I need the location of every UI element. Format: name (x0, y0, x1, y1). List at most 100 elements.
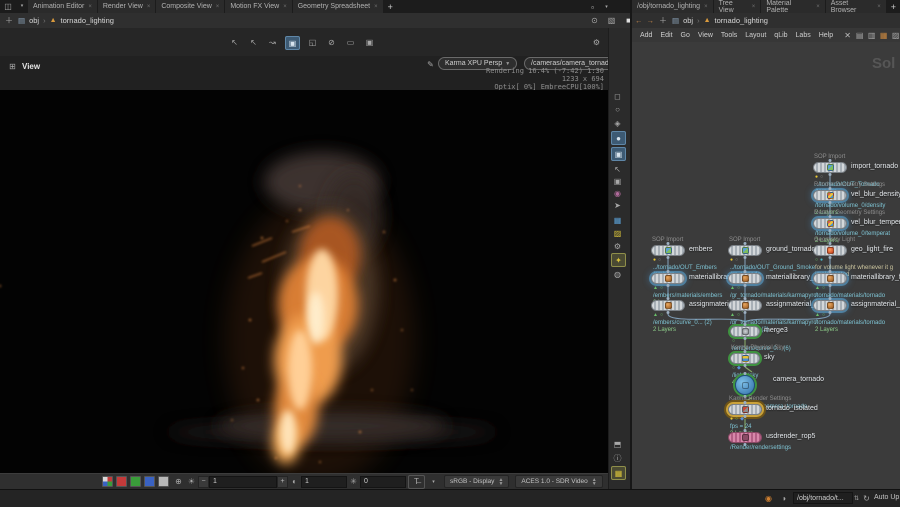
pin-icon[interactable]: ＋ (4, 15, 14, 27)
gamma-minus-button[interactable]: − (198, 476, 209, 488)
node-name-label[interactable]: geo_light_fire (851, 246, 893, 253)
tab-close-icon[interactable]: × (283, 4, 287, 10)
cursor-icon[interactable]: ↖ (611, 163, 624, 175)
breadcrumb-current[interactable]: tornado_lighting (715, 16, 768, 25)
tab-asset-browser[interactable]: Asset Browser× (826, 0, 886, 13)
node-name-label[interactable]: merge3 (764, 327, 788, 334)
node-name-label[interactable]: embers (689, 246, 712, 253)
nav-forward-icon[interactable]: → (647, 16, 655, 25)
node-body-assignmaterial_embers[interactable] (651, 300, 685, 311)
gear-dark-icon[interactable]: ⚙ (611, 240, 624, 252)
tab-close-icon[interactable]: × (147, 4, 151, 10)
tab-tree-view[interactable]: Tree View× (714, 0, 761, 13)
tab-close-icon[interactable]: × (216, 4, 220, 10)
grid-toggle-icon[interactable]: ▦ (611, 466, 626, 480)
network-editor[interactable]: Sol SOP Importembers●○../tornado/OUT_Emb… (632, 42, 900, 489)
select-geometry-icon[interactable]: ↖ (247, 36, 260, 48)
node-name-label[interactable]: materiallibrary_fire_torna (851, 274, 900, 281)
node-name-label[interactable]: usdrender_rop5 (766, 433, 815, 440)
node-body-assignmaterial_ground[interactable] (728, 300, 762, 311)
node-name-label[interactable]: camera_tornado (773, 376, 824, 383)
alpha-channel-icon[interactable] (158, 476, 169, 487)
nav-back-icon[interactable]: ← (635, 16, 643, 25)
menu-add[interactable]: Add (640, 32, 652, 39)
zoom-region-icon[interactable]: ◱ (306, 36, 319, 48)
node-body-camera_tornado[interactable] (735, 375, 755, 395)
flag-icon[interactable]: ▨ (611, 227, 624, 239)
detail-grid-icon[interactable]: ▨ (891, 29, 900, 41)
new-tab-button[interactable]: + (384, 0, 397, 13)
node-name-label[interactable]: tornado_isolated (766, 405, 818, 412)
menu-view[interactable]: View (698, 32, 713, 39)
node-body-sky[interactable] (730, 353, 760, 364)
maximize-pane-icon[interactable]: ▫ (586, 1, 599, 13)
view-thumbnail-icon[interactable]: ▣ (285, 36, 300, 50)
view-menu-icon[interactable]: ⊞ (6, 60, 19, 72)
offset-icon[interactable]: ✳ (347, 476, 360, 488)
node-body-materiallibrary_ground[interactable] (728, 273, 762, 284)
menu-help[interactable]: Help (819, 32, 833, 39)
tab-animation-editor[interactable]: Animation Editor× (28, 0, 97, 13)
globe-icon[interactable]: ◍ (611, 268, 624, 280)
node-body-tornado_isolated[interactable] (728, 404, 762, 415)
pin-pane-icon[interactable]: ⊙ (588, 15, 601, 27)
message-bubble-icon[interactable]: ◗ (778, 492, 791, 504)
breadcrumb-root[interactable]: obj (683, 16, 693, 25)
lightbulb-icon[interactable]: ● (611, 131, 626, 145)
node-body-import_tornado[interactable] (813, 162, 847, 173)
offset-value-field[interactable]: 0 (360, 476, 406, 488)
node-body-ground_tornado[interactable] (728, 245, 762, 256)
menu-labs[interactable]: Labs (796, 32, 811, 39)
display-lut-select[interactable]: sRGB - Display▲▼ (444, 475, 509, 488)
tab-close-icon[interactable]: × (704, 4, 708, 10)
node-name-label[interactable]: vel_blur_density (851, 191, 900, 198)
tab-close-icon[interactable]: × (877, 4, 881, 10)
tab-close-icon[interactable]: × (752, 4, 756, 10)
status-path-field[interactable]: /obj/tornado/t... (793, 492, 853, 504)
export-image-icon[interactable]: ⬒ (611, 438, 624, 450)
menu-go[interactable]: Go (681, 32, 690, 39)
node-name-label[interactable]: sky (764, 354, 775, 361)
no-preview-icon[interactable]: ⊘ (325, 36, 338, 48)
node-body-materiallibrary_fire_tornado[interactable] (813, 273, 847, 284)
contrast-icon[interactable]: ◐ (288, 476, 301, 488)
thumbnail-grid-icon[interactable]: ▦ (879, 29, 888, 41)
menu-edit[interactable]: Edit (660, 32, 672, 39)
contrast-value-field[interactable]: 1 (301, 476, 347, 488)
tab--obj-tornado-lighting[interactable]: /obj/tornado_lighting× (632, 0, 713, 13)
node-body-materiallibrary_embers[interactable] (651, 273, 685, 284)
tab-geometry-spreadsheet[interactable]: Geometry Spreadsheet× (293, 0, 383, 13)
info-icon[interactable]: ⓘ (611, 452, 624, 464)
breadcrumb-current[interactable]: tornado_lighting (61, 16, 114, 25)
node-name-label[interactable]: ground_tornado (766, 246, 815, 253)
linked-node-icon[interactable]: ▧ (605, 15, 618, 27)
select-tool-icon[interactable]: ↖ (228, 36, 241, 48)
tab-close-icon[interactable]: × (374, 4, 378, 10)
tab-close-icon[interactable]: × (88, 4, 92, 10)
node-tree-icon[interactable]: ▤ (855, 29, 864, 41)
menu-tools[interactable]: Tools (721, 32, 737, 39)
node-name-label[interactable]: import_tornado (851, 163, 898, 170)
node-body-vel_blur_temperature[interactable] (813, 218, 847, 229)
node-name-label[interactable]: assignmaterial_fire_torna (851, 301, 900, 308)
pane-options-caret-icon[interactable]: ▾ (600, 1, 613, 13)
rgba-channel-icon[interactable] (102, 476, 113, 487)
view-label[interactable]: View (22, 62, 40, 71)
render-pencil-icon[interactable]: ✎ (424, 58, 437, 70)
tab-motion-fx-view[interactable]: Motion FX View× (225, 0, 291, 13)
refresh-icon[interactable]: ↻ (860, 492, 873, 504)
pane-menu-caret-icon[interactable]: ▾ (17, 0, 27, 12)
select-curve-icon[interactable]: ↝ (266, 36, 279, 48)
inspect-pixel-icon[interactable]: ⊕ (172, 476, 185, 488)
lut-toggle-icon[interactable]: T̶ (408, 475, 425, 489)
pointer-icon[interactable]: ➤ (611, 199, 624, 211)
new-tab-button[interactable]: + (887, 0, 900, 13)
brightness-icon[interactable]: ☀ (185, 476, 198, 488)
sun-icon[interactable]: ✦ (611, 253, 626, 267)
snapshot-camera-icon[interactable]: ▣ (611, 147, 626, 161)
viewport-settings-gear-icon[interactable]: ⚙ (590, 36, 603, 48)
green-channel-icon[interactable] (130, 476, 141, 487)
node-body-embers[interactable] (651, 245, 685, 256)
gamma-plus-button[interactable]: + (277, 476, 288, 488)
tab-material-palette[interactable]: Material Palette× (761, 0, 824, 13)
